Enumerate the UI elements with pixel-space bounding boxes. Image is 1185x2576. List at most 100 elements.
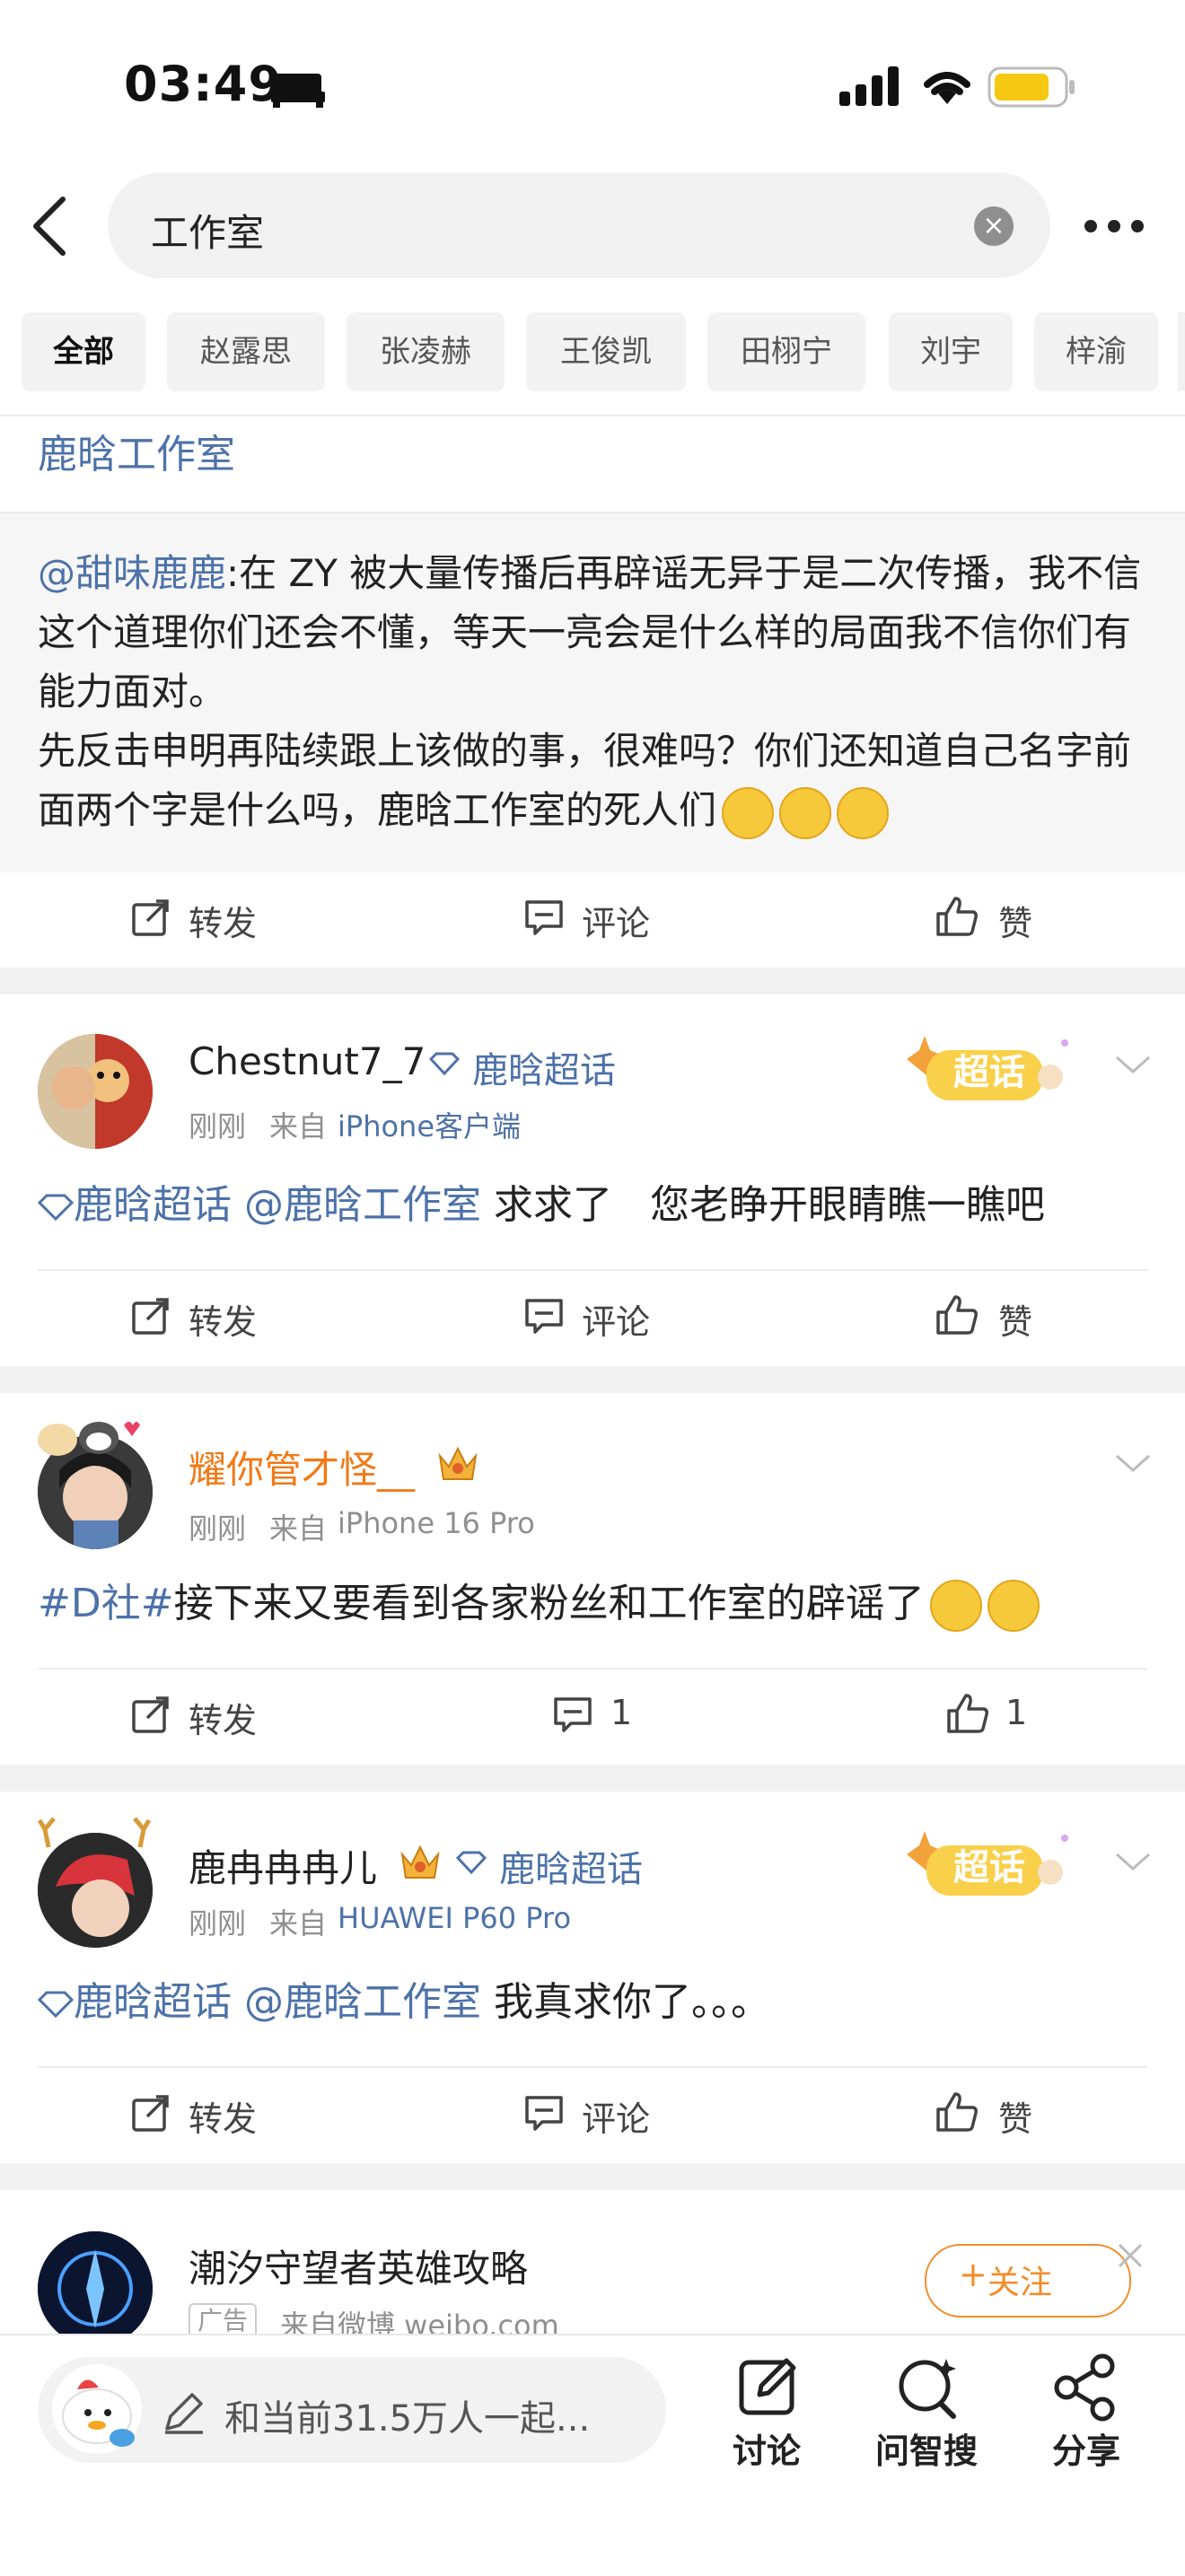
- user-avatar[interactable]: [38, 1034, 153, 1149]
- like-icon[interactable]: [935, 896, 979, 937]
- comment-icon[interactable]: [524, 899, 564, 935]
- comment-button[interactable]: 评论: [582, 896, 650, 945]
- card-separator: [0, 2163, 1185, 2190]
- comment-button[interactable]: 评论: [582, 2091, 650, 2141]
- supertopic-diamond-icon: [429, 1052, 460, 1075]
- repost-button[interactable]: 转发: [189, 1294, 257, 1344]
- supertopic-diamond-icon: [456, 1851, 487, 1874]
- chevron-down-icon[interactable]: [1115, 1851, 1151, 1872]
- grin-emoji-icon: [929, 1580, 982, 1632]
- smile-emoji-icon: [779, 786, 832, 839]
- username[interactable]: 耀你管才怪__: [189, 1440, 415, 1494]
- crown-badge-icon: [400, 1844, 440, 1879]
- tab-zi-yu[interactable]: 梓渝: [1034, 312, 1158, 391]
- like-button[interactable]: 赞: [998, 2091, 1032, 2141]
- card-separator: [0, 1765, 1185, 1792]
- status-time: 03:49: [124, 56, 283, 112]
- card-divider: [38, 1269, 1147, 1271]
- post-author-name[interactable]: 鹿晗工作室: [38, 422, 235, 479]
- post-text: 鹿晗超话 @鹿晗工作室 求求了 您老睁开眼睛瞧一瞧吧: [37, 1176, 1045, 1235]
- post-source: iPhone 16 Pro: [338, 1506, 535, 1540]
- share-label[interactable]: 分享: [1052, 2423, 1120, 2473]
- share-icon[interactable]: [1052, 2353, 1120, 2422]
- tab-liu-yu[interactable]: 刘宇: [889, 312, 1013, 391]
- post-text: #D社#接下来又要看到各家粉丝和工作室的辟谣了: [38, 1574, 1040, 1634]
- tabs-divider: [0, 415, 1185, 416]
- post-source[interactable]: iPhone客户端: [338, 1104, 521, 1145]
- plus-icon: +: [959, 2255, 988, 2294]
- tab-wang-junkai[interactable]: 王俊凯: [526, 312, 686, 391]
- comment-count[interactable]: 1: [610, 1693, 632, 1732]
- like-icon[interactable]: [935, 1294, 979, 1336]
- crown-badge-icon: [438, 1446, 478, 1480]
- comment-icon[interactable]: [524, 2095, 564, 2131]
- mention-link[interactable]: @鹿晗工作室: [244, 1979, 481, 2025]
- user-supertopic-tag[interactable]: 鹿晗超话: [499, 1840, 643, 1892]
- card-separator: [0, 1366, 1185, 1393]
- ask-label[interactable]: 问智搜: [875, 2423, 978, 2473]
- mention-link[interactable]: @鹿晗工作室: [244, 1182, 481, 1228]
- bed-icon: [271, 74, 325, 108]
- smile-emoji-icon: [837, 786, 890, 839]
- comment-button[interactable]: 评论: [582, 1294, 650, 1344]
- repost-icon[interactable]: [131, 1296, 171, 1336]
- repost-icon[interactable]: [131, 898, 171, 937]
- repost-button[interactable]: 转发: [189, 2091, 257, 2141]
- username[interactable]: Chestnut7_7: [189, 1039, 426, 1083]
- post-text: 鹿晗超话 @鹿晗工作室 我真求你了。。。: [37, 1973, 770, 2032]
- supertopic-badge-label: 超话: [953, 1052, 1025, 1093]
- back-button[interactable]: [25, 190, 72, 262]
- post-time: 刚刚: [189, 1511, 247, 1546]
- repost-button[interactable]: 转发: [189, 896, 257, 945]
- like-count[interactable]: 1: [1005, 1693, 1027, 1732]
- more-icon[interactable]: [1082, 215, 1146, 237]
- card-divider: [38, 1668, 1147, 1669]
- supertopic-link[interactable]: 鹿晗超话: [74, 1979, 232, 2025]
- source-prefix: 来自: [269, 1109, 328, 1143]
- repost-mention[interactable]: @甜味鹿鹿: [38, 551, 226, 595]
- tab-tian-xuning[interactable]: 田栩宁: [707, 312, 865, 391]
- comment-icon[interactable]: [553, 1696, 592, 1732]
- supertopic-badge-label: 超话: [953, 1847, 1025, 1888]
- hashtag-link[interactable]: #D社#: [38, 1581, 174, 1626]
- post-source[interactable]: HUAWEI P60 Pro: [338, 1901, 571, 1935]
- repost-icon[interactable]: [131, 1695, 171, 1734]
- repost-icon[interactable]: [131, 2093, 171, 2133]
- tab-zhao-lusi[interactable]: 赵露思: [167, 312, 325, 391]
- battery-icon: [988, 66, 1075, 108]
- ad-avatar[interactable]: [38, 2231, 153, 2346]
- like-button[interactable]: 赞: [998, 896, 1032, 945]
- post-time: 刚刚: [189, 1906, 247, 1941]
- discuss-label[interactable]: 讨论: [733, 2423, 801, 2473]
- close-icon[interactable]: [1117, 2242, 1144, 2269]
- like-icon[interactable]: [935, 2091, 979, 2133]
- card-separator: [0, 968, 1185, 994]
- tab-zhang-linghe[interactable]: 张凌赫: [347, 312, 505, 391]
- compose-placeholder: 和当前31.5万人一起...: [224, 2398, 591, 2440]
- supertopic-link[interactable]: 鹿晗超话: [74, 1182, 232, 1228]
- chevron-down-icon[interactable]: [1115, 1054, 1151, 1075]
- follow-label: 关注: [988, 2265, 1053, 2301]
- tab-all[interactable]: 全部: [22, 312, 145, 391]
- smile-emoji-icon: [722, 786, 775, 839]
- search-query[interactable]: 工作室: [151, 203, 264, 258]
- user-supertopic-tag[interactable]: 鹿晗超话: [472, 1041, 616, 1093]
- post-time: 刚刚: [189, 1109, 247, 1143]
- ask-search-icon[interactable]: [894, 2353, 962, 2422]
- wifi-icon: [924, 72, 970, 104]
- chevron-down-icon[interactable]: [1115, 1452, 1151, 1474]
- clear-search-icon[interactable]: ×: [974, 206, 1014, 246]
- mascot-avatar-icon: [52, 2364, 142, 2454]
- comment-icon[interactable]: [524, 1298, 564, 1334]
- username[interactable]: 鹿冉冉冉儿: [189, 1838, 377, 1893]
- source-prefix: 来自: [269, 1906, 328, 1941]
- like-icon[interactable]: [946, 1693, 989, 1734]
- antler-icon: [37, 1817, 152, 1848]
- discuss-icon[interactable]: [736, 2353, 801, 2418]
- supertopic-diamond-icon: [37, 1991, 75, 2019]
- repost-text-2: 先反击申明再陆续跟上该做的事，很难吗？你们还知道自己名字前面两个字是什么吗，鹿晗…: [38, 722, 1147, 840]
- repost-button[interactable]: 转发: [189, 1693, 257, 1742]
- like-button[interactable]: 赞: [998, 1294, 1032, 1344]
- ad-name[interactable]: 潮汐守望者英雄攻略: [189, 2239, 528, 2293]
- source-prefix: 来自: [269, 1511, 328, 1546]
